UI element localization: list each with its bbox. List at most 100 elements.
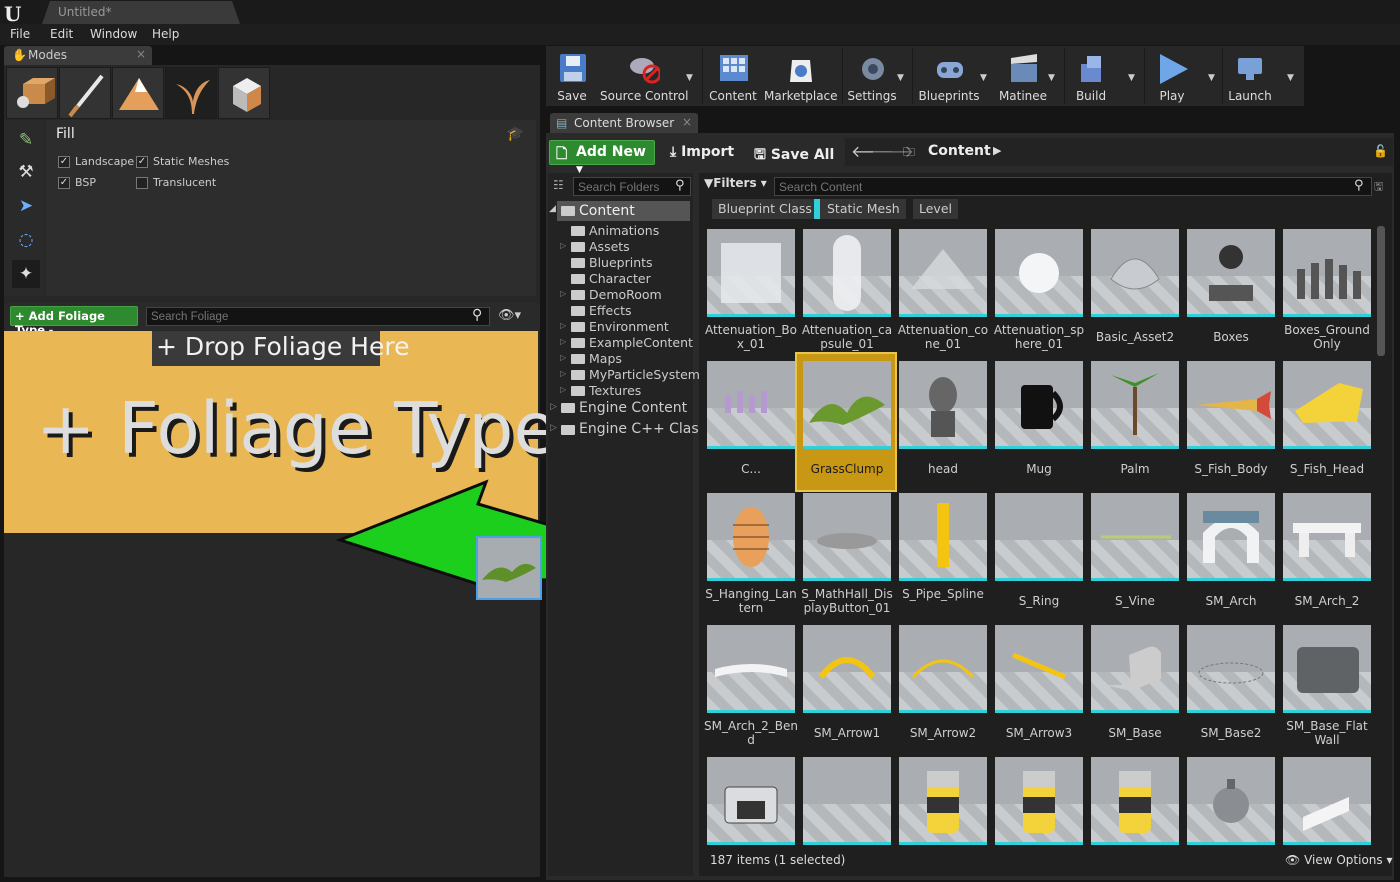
folder-animations[interactable]: Animations [589, 223, 659, 238]
chevron-down-icon[interactable]: ▼ [897, 73, 904, 83]
folder-myparticlesystem[interactable]: MyParticleSystem [589, 367, 700, 382]
folder-content[interactable]: Content [579, 203, 635, 219]
bsp-checkbox[interactable]: ✓ [58, 177, 70, 189]
document-tab[interactable]: Untitled* [42, 1, 240, 24]
asset-thumbnail[interactable] [995, 361, 1083, 449]
translucent-checkbox[interactable] [136, 177, 148, 189]
save-button[interactable]: Save [552, 48, 592, 104]
save-search-icon[interactable]: 🖫 [1374, 178, 1383, 197]
folder-assets[interactable]: Assets [589, 239, 630, 254]
asset-thumbnail[interactable] [803, 757, 891, 845]
asset-thumbnail[interactable] [803, 493, 891, 581]
add-foliage-type-button[interactable]: + Add Foliage Type ▾ [10, 306, 138, 337]
folder-demoroom[interactable]: DemoRoom [589, 287, 662, 302]
modes-tab[interactable]: Modes ✋ × [4, 46, 152, 65]
chevron-down-icon[interactable]: ▼ [1287, 73, 1294, 83]
chevron-down-icon[interactable]: ▼ [1048, 73, 1055, 83]
blueprints-button[interactable]: Blueprints [918, 48, 980, 104]
asset-thumbnail[interactable] [1091, 229, 1179, 317]
asset-thumbnail[interactable] [899, 229, 987, 317]
folder-list-icon[interactable]: ☷ [553, 178, 564, 192]
lock-icon[interactable]: 🔓 [1373, 144, 1388, 158]
menu-window[interactable]: Window [90, 27, 137, 41]
asset-thumbnail[interactable] [899, 361, 987, 449]
paint-tool-icon[interactable]: ✎ [12, 126, 40, 154]
search-folders-input[interactable] [573, 177, 691, 196]
reapply-tool-icon[interactable]: ⚒ [12, 158, 40, 186]
folder-blueprints[interactable]: Blueprints [589, 255, 653, 270]
marketplace-button[interactable]: Marketplace [764, 48, 838, 104]
chevron-right-icon[interactable]: ▶ [993, 144, 1001, 157]
collapsed-arrow-icon[interactable]: ▷ [560, 385, 566, 394]
collapsed-arrow-icon[interactable]: ▷ [560, 337, 566, 346]
folder-environment[interactable]: Environment [589, 319, 669, 334]
foliage-mode-icon[interactable] [165, 67, 217, 119]
asset-thumbnail[interactable] [1283, 625, 1371, 713]
view-options-button[interactable]: 👁 View Options ▾ [1285, 853, 1393, 867]
chevron-down-icon[interactable]: ▼ [980, 73, 987, 83]
source-control-button[interactable]: Source Control [600, 48, 688, 104]
asset-thumbnail[interactable] [803, 361, 891, 449]
content-button[interactable]: Content [708, 48, 758, 104]
asset-thumbnail[interactable] [1091, 625, 1179, 713]
eye-icon[interactable]: 👁▾ [498, 308, 521, 323]
settings-button[interactable]: Settings [846, 48, 898, 104]
asset-thumbnail[interactable] [1283, 757, 1371, 845]
select-tool-icon[interactable]: ➤ [12, 192, 40, 220]
chevron-down-icon[interactable]: ▼ [1208, 73, 1215, 83]
chevron-down-icon[interactable]: ▼ [686, 73, 693, 83]
help-icon[interactable]: 🎓 [507, 126, 524, 142]
static-meshes-checkbox[interactable]: ✓ [136, 156, 148, 168]
asset-thumbnail[interactable] [1283, 229, 1371, 317]
menu-edit[interactable]: Edit [50, 27, 73, 41]
expand-arrow-icon[interactable]: ◢ [549, 204, 556, 214]
asset-thumbnail[interactable] [1187, 625, 1275, 713]
folder-character[interactable]: Character [589, 271, 651, 286]
fill-tool-icon[interactable]: ✦ [12, 260, 40, 288]
add-new-button[interactable]: 🗋 Add New ▼ [549, 140, 655, 175]
asset-thumbnail[interactable] [1283, 493, 1371, 581]
menu-file[interactable]: File [10, 27, 30, 41]
collapsed-arrow-icon[interactable]: ▷ [560, 369, 566, 378]
matinee-button[interactable]: Matinee [996, 48, 1050, 104]
play-button[interactable]: Play [1150, 48, 1194, 104]
asset-thumbnail[interactable] [1091, 361, 1179, 449]
scrollbar[interactable] [1377, 226, 1385, 356]
asset-thumbnail[interactable] [707, 229, 795, 317]
asset-thumbnail[interactable] [1187, 361, 1275, 449]
menu-help[interactable]: Help [152, 27, 179, 41]
asset-thumbnail[interactable] [899, 757, 987, 845]
asset-thumbnail[interactable] [707, 493, 795, 581]
collapsed-arrow-icon[interactable]: ▷ [560, 321, 566, 330]
filter-blueprint-class[interactable]: Blueprint Class [712, 199, 818, 219]
folder-maps[interactable]: Maps [589, 351, 622, 366]
asset-thumbnail[interactable] [1187, 757, 1275, 845]
folder-engine-cpp[interactable]: Engine C++ Clas [579, 421, 699, 437]
collapsed-arrow-icon[interactable]: ▷ [550, 402, 557, 412]
folder-effects[interactable]: Effects [589, 303, 632, 318]
close-icon[interactable]: × [136, 47, 146, 61]
build-button[interactable]: Build [1068, 48, 1114, 104]
asset-thumbnail[interactable] [995, 757, 1083, 845]
asset-thumbnail[interactable] [1187, 229, 1275, 317]
asset-thumbnail[interactable] [1187, 493, 1275, 581]
filter-level[interactable]: Level [913, 199, 958, 219]
folder-examplecontent[interactable]: ExampleContent [589, 335, 693, 350]
asset-thumbnail[interactable] [707, 625, 795, 713]
asset-thumbnail[interactable] [803, 625, 891, 713]
folder-engine-content[interactable]: Engine Content [579, 400, 687, 416]
filter-static-mesh[interactable]: Static Mesh [814, 199, 906, 219]
asset-thumbnail[interactable] [995, 625, 1083, 713]
import-button[interactable]: ⤓ Import [670, 144, 734, 160]
asset-thumbnail[interactable] [899, 493, 987, 581]
collapsed-arrow-icon[interactable]: ▷ [550, 423, 557, 433]
asset-thumbnail[interactable] [995, 229, 1083, 317]
asset-thumbnail[interactable] [803, 229, 891, 317]
collapsed-arrow-icon[interactable]: ▷ [560, 289, 566, 298]
save-all-button[interactable]: 🖫 Save All [754, 144, 834, 168]
folder-textures[interactable]: Textures [589, 383, 641, 398]
paint-mode-icon[interactable] [59, 67, 111, 119]
asset-thumbnail[interactable] [707, 757, 795, 845]
place-mode-icon[interactable] [6, 67, 58, 119]
content-browser-tab[interactable]: ▤ Content Browser × [550, 113, 698, 133]
